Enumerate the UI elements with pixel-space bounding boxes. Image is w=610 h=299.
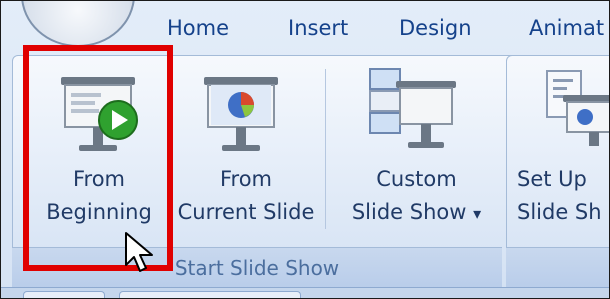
custom-slide-show-button[interactable]: Custom Slide Show ▾: [334, 59, 499, 244]
tab-animations[interactable]: Animat: [529, 16, 604, 40]
group2-label: [506, 247, 609, 288]
from-current-label-2: Current Slide: [177, 200, 315, 224]
setup-icon: [546, 70, 609, 146]
chevron-down-icon[interactable]: ▾: [473, 204, 481, 223]
tab-insert[interactable]: Insert: [288, 16, 348, 40]
custom-show-label-2: Slide Show ▾: [334, 196, 499, 230]
tab-design[interactable]: Design: [399, 16, 472, 40]
group-separator: [325, 69, 326, 229]
pie-chart-icon: [211, 85, 271, 125]
custom-show-icon: [369, 68, 456, 148]
from-current-slide-button[interactable]: From Current Slide: [171, 59, 321, 244]
setup-label-2: Slide Sh: [517, 200, 602, 224]
custom-show-label-1: Custom: [376, 167, 457, 191]
setup-label-1: Set Up: [517, 167, 587, 191]
ribbon-tabs: Home Insert Design Animat: [1, 1, 609, 51]
bottom-tab-2[interactable]: [119, 291, 301, 298]
setup-slide-show-button[interactable]: Set Up Slide Sh: [511, 59, 609, 244]
mouse-pointer-icon: [125, 232, 153, 272]
from-current-label-1: From: [219, 167, 273, 191]
bottom-tab-1[interactable]: [23, 291, 105, 298]
custom-show-label-text: Slide Show: [351, 200, 467, 224]
tab-home[interactable]: Home: [167, 16, 229, 40]
ribbon-window: Home Insert Design Animat Start Slide Sh…: [0, 0, 610, 299]
